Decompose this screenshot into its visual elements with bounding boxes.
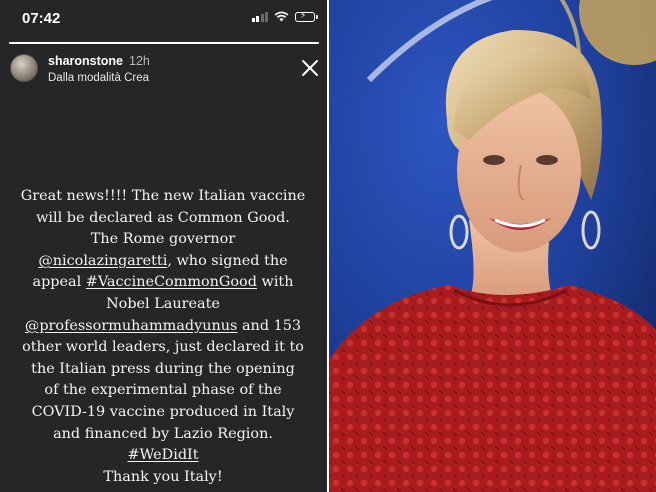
caption-line: @professormuhammadyunus and 153	[24, 317, 302, 334]
story-author[interactable]: sharonstone 12h	[48, 54, 150, 68]
caption-line: and financed by Lazio Region.	[53, 425, 273, 442]
story-progress-fill	[9, 42, 319, 44]
clock: 07:42	[22, 10, 61, 27]
mention-link[interactable]: @professormuhammadyunus	[25, 318, 237, 334]
instagram-story: 07:42 ⚡ sharonstone 12h Dalla modalità C…	[0, 0, 327, 492]
post-age: 12h	[129, 54, 150, 68]
caption-line: Nobel Laureate	[106, 295, 220, 312]
caption-line: will be declared as Common Good.	[36, 209, 290, 226]
status-icons: ⚡	[251, 11, 318, 22]
cellular-signal-icon	[251, 11, 268, 22]
caption-line: of the experimental phase of the	[44, 382, 282, 399]
caption-line: @nicolazingaretti, who signed the	[38, 252, 288, 269]
caption-line: #WeDidIt	[8, 445, 318, 467]
story-progress-bar	[9, 42, 319, 44]
close-icon[interactable]	[300, 58, 320, 78]
avatar[interactable]	[10, 54, 38, 82]
status-bar: 07:42 ⚡	[0, 0, 327, 38]
username[interactable]: sharonstone	[48, 54, 123, 68]
caption-line: Thank you Italy!	[103, 468, 223, 485]
story-caption: Great news!!!! The new Italian vaccine w…	[8, 186, 318, 488]
caption-line: COVID-19 vaccine produced in Italy	[31, 403, 295, 420]
caption-line: Great news!!!! The new Italian vaccine	[20, 188, 306, 204]
portrait-photo	[329, 0, 656, 492]
caption-line: appeal #VaccineCommonGood with	[32, 274, 294, 291]
caption-line: other world leaders, just declared it to	[22, 339, 304, 356]
story-subtitle: Dalla modalità Crea	[48, 72, 149, 84]
mention-link[interactable]: @nicolazingaretti	[38, 253, 167, 269]
hashtag-link[interactable]: #WeDidIt	[127, 447, 198, 463]
screenshot-collage: 07:42 ⚡ sharonstone 12h Dalla modalità C…	[0, 0, 656, 492]
caption-line: The Rome governor	[90, 231, 236, 248]
battery-charging-icon: ⚡	[295, 11, 318, 22]
hashtag-link[interactable]: #VaccineCommonGood	[86, 274, 257, 290]
caption-line: the Italian press during the opening	[31, 360, 295, 377]
wifi-icon	[274, 11, 289, 22]
